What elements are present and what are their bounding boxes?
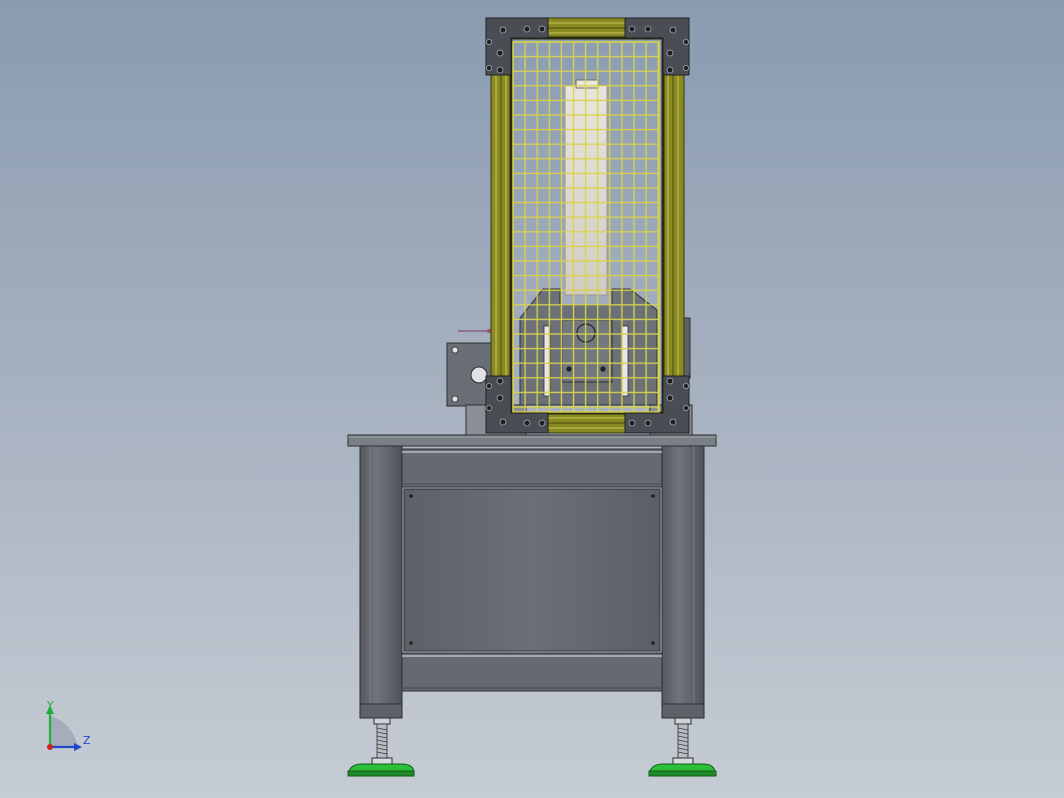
- triad-y-label: Y: [47, 699, 54, 712]
- orientation-triad[interactable]: Y Z: [38, 698, 102, 758]
- base-door-panel: [403, 488, 661, 652]
- lower-rail: [401, 652, 663, 692]
- upper-rail: [401, 448, 663, 488]
- triad-z-label: Z: [83, 734, 91, 747]
- machine-model[interactable]: [0, 0, 1064, 798]
- left-leg: [359, 445, 403, 719]
- cad-viewport[interactable]: Y Z: [0, 0, 1064, 798]
- safety-guard[interactable]: [485, 17, 690, 434]
- right-leveling-foot: [648, 717, 717, 777]
- left-leveling-foot: [347, 717, 415, 777]
- machine-base: [347, 434, 717, 719]
- wire-mesh: [513, 42, 659, 412]
- right-leg: [661, 445, 705, 719]
